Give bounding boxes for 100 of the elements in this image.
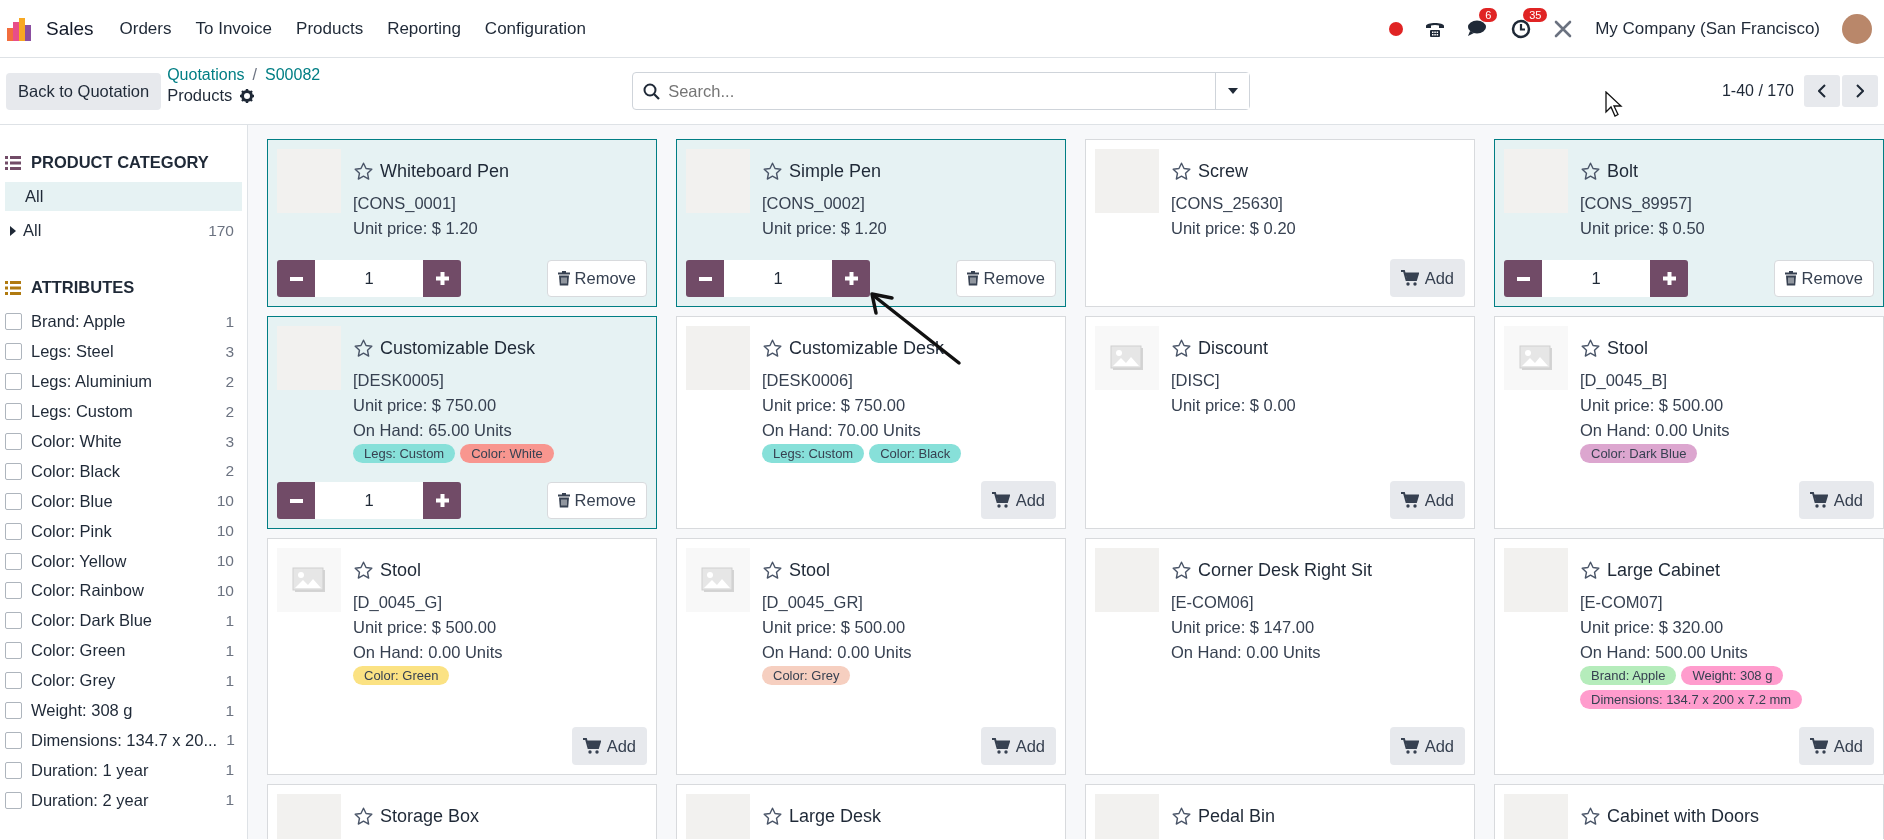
- checkbox[interactable]: [5, 612, 22, 630]
- filter-label[interactable]: Legs: Steel: [31, 342, 114, 362]
- product-card[interactable]: Screw [CONS_25630] Unit price: $ 0.20 Add: [1085, 139, 1475, 307]
- user-avatar[interactable]: [1842, 13, 1872, 44]
- category-item[interactable]: All: [5, 182, 242, 211]
- filter-label[interactable]: Color: Yellow: [31, 551, 127, 571]
- filter-label[interactable]: Color: White: [31, 432, 122, 451]
- checkbox[interactable]: [5, 642, 22, 660]
- filter-label[interactable]: Color: Pink: [31, 521, 112, 541]
- star-icon[interactable]: [353, 560, 374, 581]
- star-icon[interactable]: [762, 560, 783, 581]
- decrease-button[interactable]: [277, 482, 315, 519]
- product-card[interactable]: Corner Desk Right Sit [E-COM06] Unit price: $ 147.00 On Hand: 0.00 Units Add: [1085, 538, 1475, 775]
- product-card[interactable]: Stool [D_0045_GR] Unit price: $ 500.00 On Hand: 0.00 Units Color: Grey Add: [676, 538, 1066, 775]
- product-card[interactable]: Pedal Bin: [1085, 784, 1475, 839]
- company-name[interactable]: My Company (San Francisco): [1595, 18, 1820, 39]
- decrease-button[interactable]: [686, 260, 724, 297]
- filter-label[interactable]: Legs: Aluminium: [31, 372, 153, 392]
- filter-label[interactable]: Color: Black: [31, 461, 120, 481]
- checkbox[interactable]: [5, 462, 22, 480]
- checkbox[interactable]: [5, 791, 22, 809]
- checkbox[interactable]: [5, 313, 22, 331]
- checkbox[interactable]: [5, 403, 22, 421]
- menu-item[interactable]: To Invoice: [195, 18, 273, 39]
- quantity-field[interactable]: 1: [315, 260, 423, 297]
- category-item[interactable]: All: [23, 221, 42, 240]
- app-logo-icon[interactable]: [6, 15, 32, 42]
- breadcrumb-link[interactable]: S00082: [265, 66, 321, 84]
- filter-label[interactable]: Color: Dark Blue: [31, 611, 153, 631]
- caret-icon[interactable]: [9, 225, 17, 236]
- filter-label[interactable]: Dimensions: 134.7 x 20...: [31, 730, 218, 750]
- clock-icon[interactable]: [1511, 18, 1532, 39]
- app-name[interactable]: Sales: [46, 17, 94, 40]
- product-card[interactable]: Customizable Desk [DESK0005] Unit price: $ 750.00 On Hand: 65.00 Units Legs: Custom Color: White 1 Remove: [267, 316, 657, 529]
- decrease-button[interactable]: [1504, 260, 1542, 297]
- checkbox[interactable]: [5, 343, 22, 361]
- star-icon[interactable]: [762, 806, 783, 827]
- add-button[interactable]: Add: [1389, 259, 1465, 297]
- star-icon[interactable]: [1171, 560, 1192, 581]
- gear-icon[interactable]: [240, 88, 255, 103]
- increase-button[interactable]: [1650, 260, 1688, 297]
- checkbox[interactable]: [5, 761, 22, 779]
- add-button[interactable]: Add: [1389, 727, 1465, 765]
- star-icon[interactable]: [1580, 560, 1601, 581]
- filter-label[interactable]: Color: Rainbow: [31, 581, 144, 601]
- quantity-field[interactable]: 1: [315, 482, 423, 519]
- remove-button[interactable]: Remove: [955, 260, 1056, 297]
- product-card[interactable]: Stool [D_0045_B] Unit price: $ 500.00 On Hand: 0.00 Units Color: Dark Blue Add: [1494, 316, 1884, 529]
- pager-value[interactable]: 1-40 / 170: [1721, 82, 1794, 100]
- previous-page-button[interactable]: [1804, 75, 1840, 107]
- checkbox[interactable]: [5, 373, 22, 391]
- remove-button[interactable]: Remove: [1773, 260, 1874, 297]
- breadcrumb-link[interactable]: Quotations: [167, 66, 245, 84]
- checkbox[interactable]: [5, 492, 22, 510]
- quantity-field[interactable]: 1: [724, 260, 832, 297]
- star-icon[interactable]: [1171, 806, 1192, 827]
- back-button[interactable]: Back to Quotation: [6, 72, 162, 110]
- filter-label[interactable]: Brand: Apple: [31, 312, 126, 332]
- product-card[interactable]: Large Cabinet [E-COM07] Unit price: $ 320.00 On Hand: 500.00 Units Brand: Apple Weight: 308 g Dimensions: 134.7 x 200 x 7.2 mm Add: [1494, 538, 1884, 775]
- add-button[interactable]: Add: [1798, 727, 1874, 765]
- menu-item[interactable]: Products: [296, 18, 364, 39]
- checkbox[interactable]: [5, 731, 22, 749]
- star-icon[interactable]: [1580, 806, 1601, 827]
- product-card[interactable]: Large Desk: [676, 784, 1066, 839]
- star-icon[interactable]: [353, 338, 374, 359]
- add-button[interactable]: Add: [980, 481, 1056, 519]
- checkbox[interactable]: [5, 672, 22, 690]
- product-card[interactable]: Cabinet with Doors: [1494, 784, 1884, 839]
- product-card[interactable]: Discount [DISC] Unit price: $ 0.00 Add: [1085, 316, 1475, 529]
- checkbox[interactable]: [5, 433, 22, 450]
- add-button[interactable]: Add: [980, 727, 1056, 765]
- next-page-button[interactable]: [1842, 75, 1878, 107]
- star-icon[interactable]: [762, 338, 783, 359]
- star-icon[interactable]: [1171, 338, 1192, 359]
- checkbox[interactable]: [5, 522, 22, 540]
- increase-button[interactable]: [423, 482, 461, 519]
- star-icon[interactable]: [353, 806, 374, 827]
- quantity-field[interactable]: 1: [1542, 260, 1650, 297]
- filter-label[interactable]: Color: Grey: [31, 671, 116, 691]
- filter-label[interactable]: Color: Green: [31, 641, 126, 661]
- decrease-button[interactable]: [277, 260, 315, 297]
- star-icon[interactable]: [1580, 161, 1601, 182]
- checkbox[interactable]: [5, 582, 22, 600]
- filter-label[interactable]: Duration: 1 year: [31, 760, 149, 780]
- product-card[interactable]: Simple Pen [CONS_0002] Unit price: $ 1.20 1 Remove: [676, 139, 1066, 307]
- checkbox[interactable]: [5, 702, 22, 719]
- increase-button[interactable]: [423, 260, 461, 297]
- status-dot[interactable]: [1389, 21, 1404, 36]
- product-card[interactable]: Whiteboard Pen [CONS_0001] Unit price: $ 1.20 1 Remove: [267, 139, 657, 307]
- menu-item[interactable]: Configuration: [484, 18, 586, 39]
- add-button[interactable]: Add: [1798, 481, 1874, 519]
- filter-label[interactable]: Legs: Custom: [31, 402, 133, 422]
- star-icon[interactable]: [353, 161, 374, 182]
- add-button[interactable]: Add: [1389, 481, 1465, 519]
- remove-button[interactable]: Remove: [546, 260, 647, 297]
- menu-item[interactable]: Reporting: [387, 18, 461, 39]
- filter-label[interactable]: Weight: 308 g: [31, 701, 133, 720]
- star-icon[interactable]: [1580, 338, 1601, 359]
- product-card[interactable]: Storage Box: [267, 784, 657, 839]
- checkbox[interactable]: [5, 552, 22, 570]
